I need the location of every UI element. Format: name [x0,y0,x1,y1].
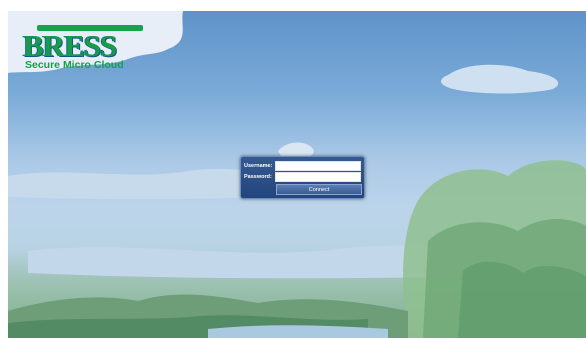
username-row: Username: [244,160,361,171]
password-input[interactable] [275,171,361,182]
login-panel: Username: Password: Connect [240,156,365,199]
connect-button[interactable]: Connect [276,184,362,195]
bress-logo: BRESS Secure Micro Cloud [23,25,153,75]
logo-tagline: Secure Micro Cloud [25,59,124,71]
logo-wordmark: BRESS [23,28,117,63]
left-border [0,0,8,338]
username-input[interactable] [275,160,361,171]
username-label: Username: [244,162,273,169]
login-page: BRESS Secure Micro Cloud Username: Passw… [0,0,586,338]
password-row: Password: [244,171,361,182]
password-label: Password: [244,173,272,180]
